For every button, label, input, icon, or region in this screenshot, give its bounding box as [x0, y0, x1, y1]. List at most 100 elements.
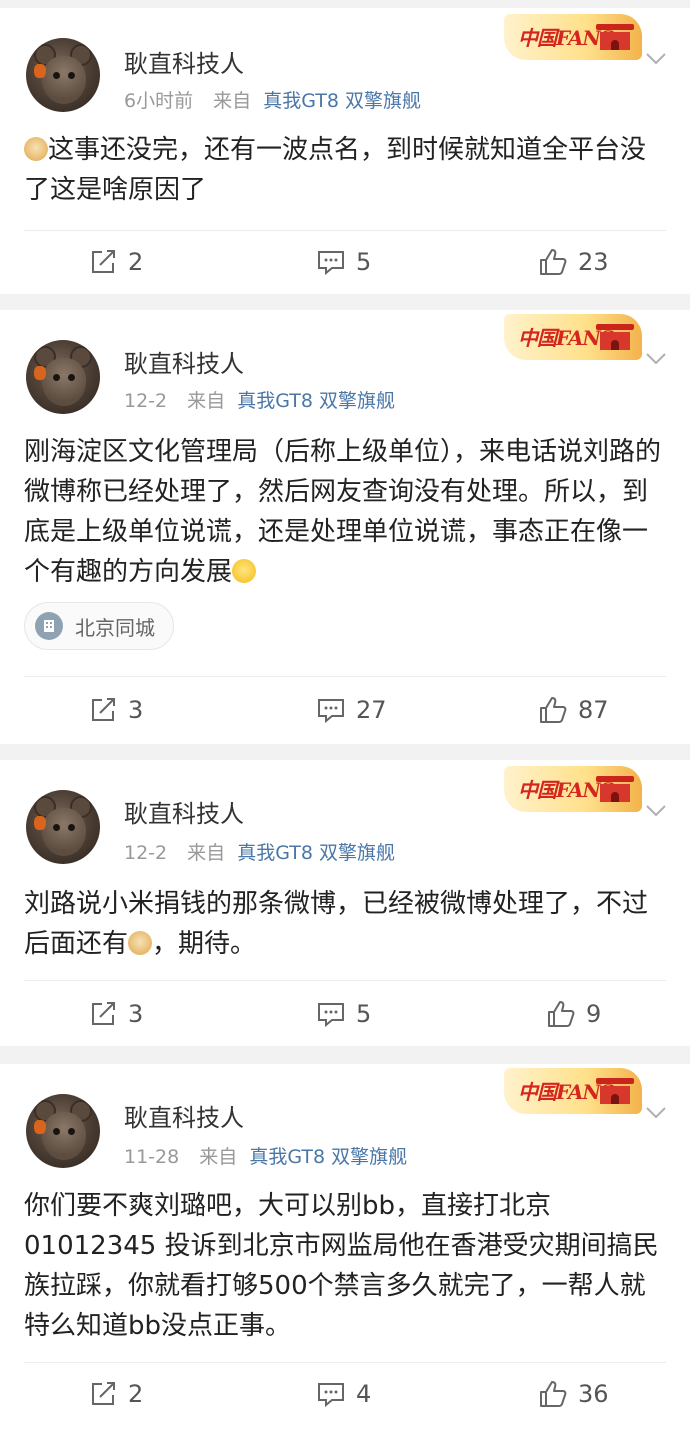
like-count: 87: [578, 696, 609, 724]
comment-count: 5: [356, 248, 372, 276]
repost-count: 2: [128, 1380, 144, 1408]
chevron-down-icon[interactable]: [642, 344, 670, 372]
comment-button[interactable]: 4: [316, 1374, 371, 1414]
avatar[interactable]: [26, 38, 100, 112]
gate-icon: [596, 20, 634, 54]
repost-button[interactable]: 3: [88, 690, 143, 730]
divider: [24, 230, 666, 231]
username[interactable]: 耿直科技人: [124, 44, 244, 79]
gate-icon: [596, 772, 634, 806]
like-button[interactable]: 9: [546, 994, 601, 1034]
like-count: 23: [578, 248, 609, 276]
post-time: 12-2: [124, 842, 168, 864]
source-prefix: 来自: [199, 1146, 238, 1168]
share-icon: [92, 1382, 115, 1405]
post-card: 耿直科技人 11-28 来自 真我GT8 双擎旗舰 中国FANS 你们要不爽刘璐…: [0, 1064, 690, 1432]
thumbs-up-icon: [548, 1001, 575, 1027]
building-icon: [35, 612, 63, 640]
post-text-before: 刘路说小米捐钱的那条微博，已经被微博处理了，不过后面还有: [24, 889, 649, 959]
comment-icon: [318, 699, 344, 724]
like-count: 9: [586, 1000, 602, 1028]
share-icon: [92, 1002, 115, 1025]
post-text: 这事还没完，还有一波点名，到时候就知道全平台没了这是啥原因了: [24, 130, 666, 210]
divider: [24, 1362, 666, 1363]
divider: [24, 676, 666, 677]
chevron-down-icon[interactable]: [642, 796, 670, 824]
avatar[interactable]: [26, 340, 100, 414]
post-text-body: 刚海淀区文化管理局（后称上级单位），来电话说刘路的微博称已经处理了，然后网友查询…: [24, 437, 662, 587]
post-card: 耿直科技人 6小时前 来自 真我GT8 双擎旗舰 中国FANS 这事还没完，还有…: [0, 8, 690, 294]
repost-button[interactable]: 3: [88, 994, 143, 1034]
fans-badge[interactable]: 中国FANS: [504, 766, 642, 812]
device-link[interactable]: 真我GT8 双擎旗舰: [237, 390, 395, 412]
post-card: 耿直科技人 12-2 来自 真我GT8 双擎旗舰 中国FANS 刚海淀区文化管理…: [0, 310, 690, 744]
like-count: 36: [578, 1380, 609, 1408]
repost-button[interactable]: 2: [88, 242, 143, 282]
comment-icon: [318, 1003, 344, 1028]
action-bar: 3 27 87: [0, 690, 690, 730]
post-meta: 12-2 来自 真我GT8 双擎旗舰: [124, 838, 395, 865]
action-bar: 2 4 36: [0, 1374, 690, 1414]
device-link[interactable]: 真我GT8 双擎旗舰: [237, 842, 395, 864]
thumbs-up-icon: [540, 249, 567, 275]
username[interactable]: 耿直科技人: [124, 344, 244, 379]
post-text-after: ，期待。: [152, 929, 257, 959]
post-time: 11-28: [124, 1146, 180, 1168]
fans-badge[interactable]: 中国FANS: [504, 314, 642, 360]
repost-count: 2: [128, 248, 144, 276]
source-prefix: 来自: [213, 90, 252, 112]
username[interactable]: 耿直科技人: [124, 794, 244, 829]
like-button[interactable]: 23: [538, 242, 609, 282]
doge-emoji: [128, 931, 153, 955]
like-button[interactable]: 87: [538, 690, 609, 730]
fans-badge[interactable]: 中国FANS: [504, 14, 642, 60]
post-text-body: 这事还没完，还有一波点名，到时候就知道全平台没了这是啥原因了: [24, 135, 647, 205]
chevron-down-icon[interactable]: [642, 44, 670, 72]
username[interactable]: 耿直科技人: [124, 1098, 244, 1133]
gate-icon: [596, 320, 634, 354]
location-tag[interactable]: 北京同城: [24, 602, 174, 650]
fans-badge[interactable]: 中国FANS: [504, 1068, 642, 1114]
post-meta: 11-28 来自 真我GT8 双擎旗舰: [124, 1142, 407, 1169]
device-link[interactable]: 真我GT8 双擎旗舰: [263, 90, 421, 112]
gate-icon: [596, 1074, 634, 1108]
chevron-down-icon[interactable]: [642, 1098, 670, 1126]
share-icon: [92, 698, 115, 721]
avatar[interactable]: [26, 1094, 100, 1168]
repost-button[interactable]: 2: [88, 1374, 143, 1414]
source-prefix: 来自: [187, 842, 226, 864]
post-meta: 6小时前 来自 真我GT8 双擎旗舰: [124, 86, 421, 113]
share-icon: [92, 250, 115, 273]
post-text: 刚海淀区文化管理局（后称上级单位），来电话说刘路的微博称已经处理了，然后网友查询…: [24, 432, 666, 592]
action-bar: 2 5 23: [0, 242, 690, 282]
divider: [24, 980, 666, 981]
post-card: 耿直科技人 12-2 来自 真我GT8 双擎旗舰 中国FANS 刘路说小米捐钱的…: [0, 760, 690, 1046]
comment-count: 27: [356, 696, 387, 724]
smile-emoji: [232, 559, 257, 583]
doge-emoji: [24, 137, 48, 161]
weibo-feed: 耿直科技人 6小时前 来自 真我GT8 双擎旗舰 中国FANS 这事还没完，还有…: [0, 0, 690, 1432]
comment-count: 5: [356, 1000, 372, 1028]
post-meta: 12-2 来自 真我GT8 双擎旗舰: [124, 386, 395, 413]
comment-icon: [318, 1383, 344, 1408]
action-bar: 3 5 9: [0, 994, 690, 1034]
post-text: 刘路说小米捐钱的那条微博，已经被微博处理了，不过后面还有 ，期待。: [24, 884, 666, 964]
comment-icon: [318, 251, 344, 276]
thumbs-up-icon: [540, 1381, 567, 1407]
repost-count: 3: [128, 1000, 144, 1028]
comment-button[interactable]: 27: [316, 690, 387, 730]
like-button[interactable]: 36: [538, 1374, 609, 1414]
avatar[interactable]: [26, 790, 100, 864]
location-label: 北京同城: [75, 615, 155, 640]
thumbs-up-icon: [540, 697, 567, 723]
post-time: 6小时前: [124, 90, 194, 112]
comment-button[interactable]: 5: [316, 242, 371, 282]
post-text: 你们要不爽刘璐吧，大可以别bb，直接打北京01012345 投诉到北京市网监局他…: [24, 1186, 666, 1346]
device-link[interactable]: 真我GT8 双擎旗舰: [249, 1146, 407, 1168]
comment-button[interactable]: 5: [316, 994, 371, 1034]
post-text-body: 你们要不爽刘璐吧，大可以别bb，直接打北京01012345 投诉到北京市网监局他…: [24, 1191, 659, 1341]
post-time: 12-2: [124, 390, 168, 412]
comment-count: 4: [356, 1380, 372, 1408]
source-prefix: 来自: [187, 390, 226, 412]
repost-count: 3: [128, 696, 144, 724]
